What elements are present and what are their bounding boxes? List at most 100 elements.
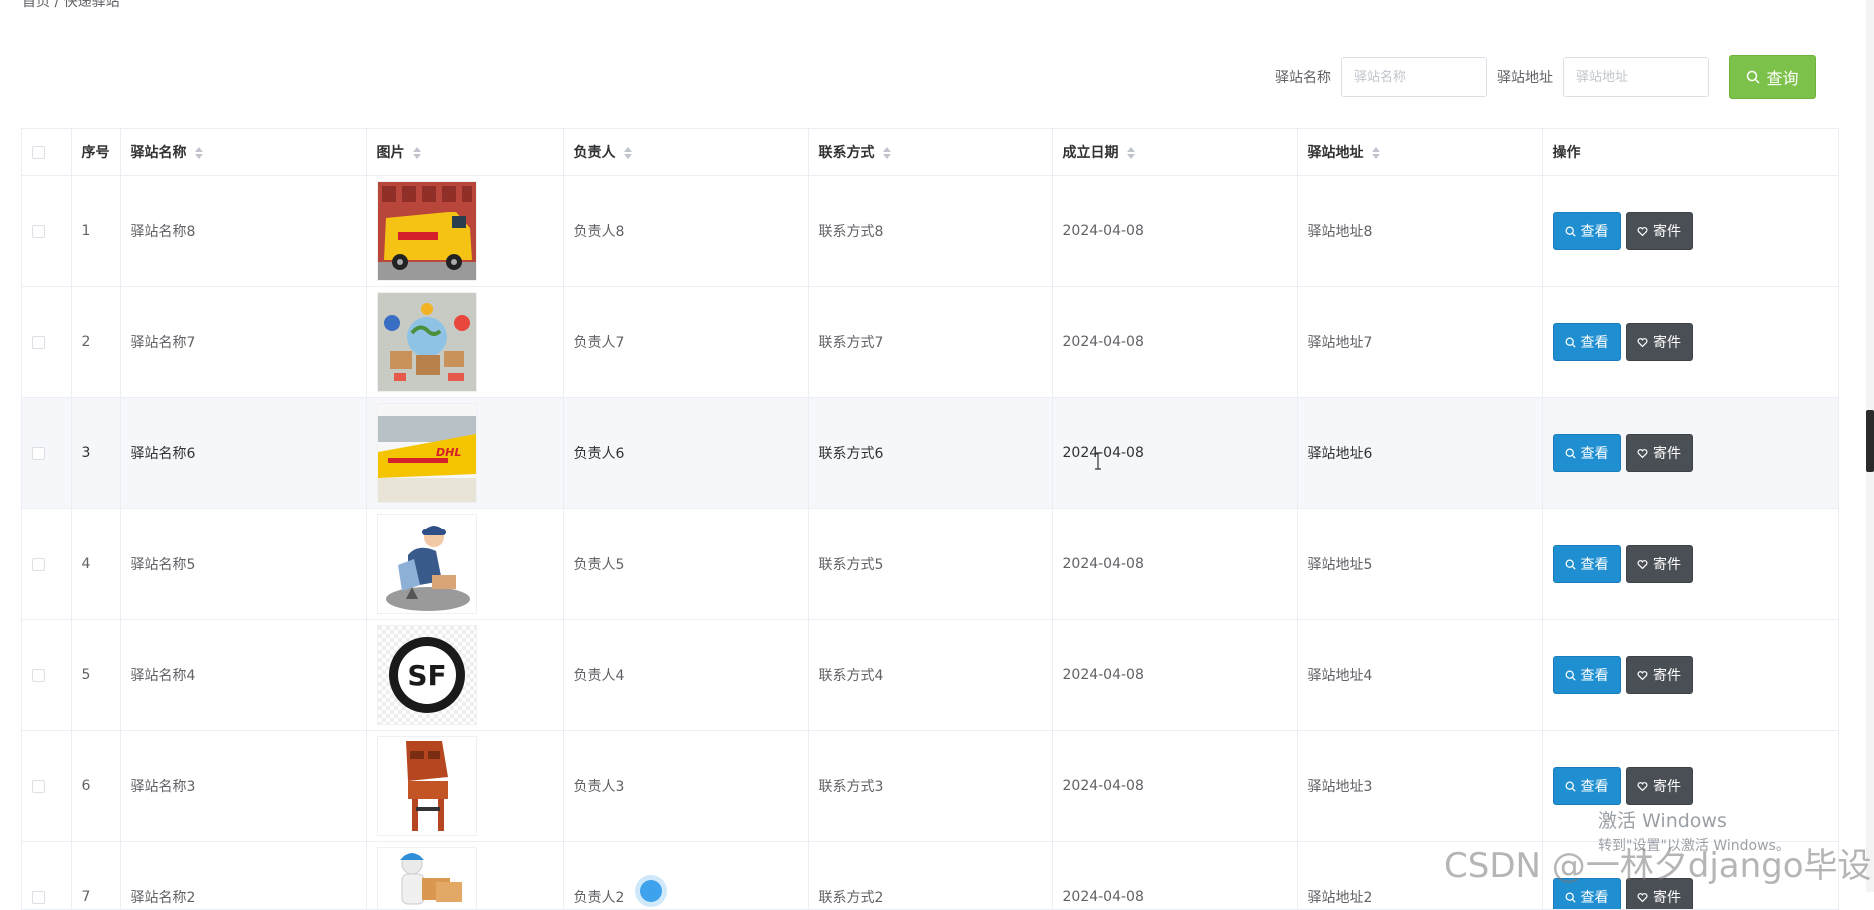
page-scrollbar[interactable] <box>1866 0 1874 892</box>
table-header-row: 序号 驿站名称 图片 负责人 联系方式 成立日期 驿站地址 操作 <box>22 129 1838 176</box>
send-parcel-button-label: 寄件 <box>1653 776 1681 796</box>
header-manager[interactable]: 负责人 <box>563 129 808 176</box>
send-parcel-button[interactable]: 寄件 <box>1626 434 1693 472</box>
search-icon <box>1565 781 1576 792</box>
row-station-name: 驿站名称4 <box>120 620 366 731</box>
station-thumbnail[interactable] <box>377 736 477 836</box>
send-parcel-button-label: 寄件 <box>1653 443 1681 463</box>
send-parcel-button[interactable]: 寄件 <box>1626 545 1693 583</box>
search-bar: 驿站名称 驿站地址 查询 <box>1275 55 1816 99</box>
floating-assistant-icon[interactable] <box>640 880 662 902</box>
header-date[interactable]: 成立日期 <box>1052 129 1297 176</box>
windows-watermark-line1: 激活 Windows <box>1598 806 1790 833</box>
row-station-name: 驿站名称5 <box>120 509 366 620</box>
send-parcel-button-label: 寄件 <box>1653 554 1681 574</box>
row-checkbox[interactable] <box>32 558 45 571</box>
row-date: 2024-04-08 <box>1052 731 1297 842</box>
sort-icon[interactable] <box>195 147 204 159</box>
search-icon <box>1565 559 1576 570</box>
header-contact[interactable]: 联系方式 <box>808 129 1052 176</box>
header-name-label: 驿站名称 <box>131 145 187 161</box>
heart-icon <box>1637 226 1648 237</box>
sort-icon[interactable] <box>883 147 892 159</box>
send-parcel-button-label: 寄件 <box>1653 221 1681 241</box>
row-checkbox[interactable] <box>32 780 45 793</box>
select-all-checkbox[interactable] <box>32 146 45 159</box>
row-checkbox[interactable] <box>32 336 45 349</box>
station-address-input[interactable] <box>1563 57 1709 97</box>
row-contact: 联系方式7 <box>808 287 1052 398</box>
search-icon <box>1565 670 1576 681</box>
row-checkbox[interactable] <box>32 447 45 460</box>
row-index: 6 <box>71 731 120 842</box>
station-name-input[interactable] <box>1341 57 1487 97</box>
send-parcel-button[interactable]: 寄件 <box>1626 656 1693 694</box>
heart-icon <box>1637 892 1648 903</box>
table-row[interactable]: 6驿站名称3负责人3联系方式32024-04-08驿站地址3查看寄件 <box>22 731 1838 842</box>
heart-icon <box>1637 337 1648 348</box>
table-row[interactable]: 1驿站名称8负责人8联系方式82024-04-08驿站地址8查看寄件 <box>22 176 1838 287</box>
row-image-cell <box>366 509 563 620</box>
row-select-cell <box>22 731 71 842</box>
view-button-label: 查看 <box>1581 776 1609 796</box>
view-button[interactable]: 查看 <box>1553 545 1621 583</box>
row-checkbox[interactable] <box>32 225 45 238</box>
row-date: 2024-04-08 <box>1052 509 1297 620</box>
row-station-name: 驿站名称3 <box>120 731 366 842</box>
table-row[interactable]: 3驿站名称6DHL负责人6联系方式62024-04-08驿站地址6查看寄件 <box>22 398 1838 509</box>
view-button-label: 查看 <box>1581 554 1609 574</box>
row-manager: 负责人6 <box>563 398 808 509</box>
view-button[interactable]: 查看 <box>1553 656 1621 694</box>
row-actions-cell: 查看 寄件 <box>1542 287 1838 398</box>
row-date: 2024-04-08 <box>1052 176 1297 287</box>
row-checkbox[interactable] <box>32 669 45 682</box>
view-button[interactable]: 查看 <box>1553 434 1621 472</box>
heart-icon <box>1637 781 1648 792</box>
sort-icon[interactable] <box>624 147 633 159</box>
header-manager-label: 负责人 <box>574 145 616 161</box>
header-image[interactable]: 图片 <box>366 129 563 176</box>
view-button[interactable]: 查看 <box>1553 767 1621 805</box>
station-thumbnail[interactable]: SF <box>377 625 477 725</box>
header-address-label: 驿站地址 <box>1308 145 1364 161</box>
station-thumbnail[interactable] <box>377 514 477 614</box>
row-address: 驿站地址3 <box>1297 731 1542 842</box>
view-button[interactable]: 查看 <box>1553 212 1621 250</box>
csdn-watermark: CSDN @一林夕django毕设 <box>1444 838 1872 887</box>
row-contact: 联系方式5 <box>808 509 1052 620</box>
header-actions: 操作 <box>1542 129 1838 176</box>
view-button-label: 查看 <box>1581 221 1609 241</box>
query-button[interactable]: 查询 <box>1729 55 1816 99</box>
row-address: 驿站地址5 <box>1297 509 1542 620</box>
scrollbar-thumb[interactable] <box>1866 410 1874 472</box>
header-address[interactable]: 驿站地址 <box>1297 129 1542 176</box>
sort-icon[interactable] <box>413 147 422 159</box>
station-thumbnail[interactable] <box>377 847 477 910</box>
table-row[interactable]: 4驿站名称5负责人5联系方式52024-04-08驿站地址5查看寄件 <box>22 509 1838 620</box>
send-parcel-button[interactable]: 寄件 <box>1626 323 1693 361</box>
row-manager: 负责人8 <box>563 176 808 287</box>
sort-icon[interactable] <box>1127 147 1136 159</box>
sort-icon[interactable] <box>1372 147 1381 159</box>
send-parcel-button-label: 寄件 <box>1653 332 1681 352</box>
row-address: 驿站地址7 <box>1297 287 1542 398</box>
row-manager: 负责人2 <box>563 842 808 910</box>
row-contact: 联系方式2 <box>808 842 1052 910</box>
breadcrumb: 首页 / 快递驿站 <box>22 0 120 11</box>
row-image-cell <box>366 731 563 842</box>
row-actions-cell: 查看 寄件 <box>1542 176 1838 287</box>
send-parcel-button[interactable]: 寄件 <box>1626 212 1693 250</box>
station-thumbnail[interactable] <box>377 292 477 392</box>
table-row[interactable]: 2驿站名称7负责人7联系方式72024-04-08驿站地址7查看寄件 <box>22 287 1838 398</box>
station-thumbnail[interactable] <box>377 181 477 281</box>
row-address: 驿站地址4 <box>1297 620 1542 731</box>
station-thumbnail[interactable]: DHL <box>377 403 477 503</box>
row-checkbox[interactable] <box>32 891 45 904</box>
header-date-label: 成立日期 <box>1063 145 1119 161</box>
header-name[interactable]: 驿站名称 <box>120 129 366 176</box>
row-actions-cell: 查看 寄件 <box>1542 398 1838 509</box>
table-row[interactable]: 5驿站名称4SF负责人4联系方式42024-04-08驿站地址4查看寄件 <box>22 620 1838 731</box>
view-button[interactable]: 查看 <box>1553 323 1621 361</box>
send-parcel-button[interactable]: 寄件 <box>1626 767 1693 805</box>
row-date: 2024-04-08 <box>1052 842 1297 910</box>
